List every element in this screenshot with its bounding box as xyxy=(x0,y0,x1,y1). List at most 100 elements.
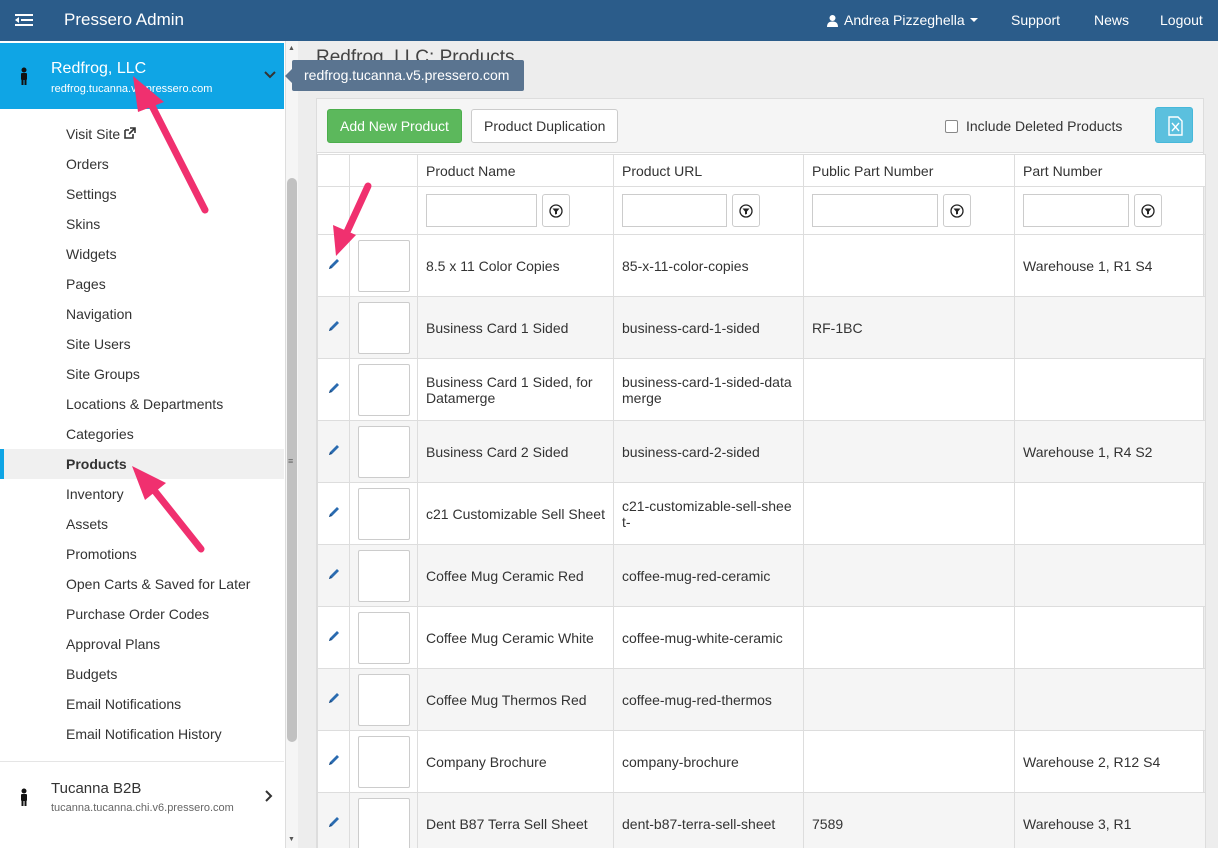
site-nav-list: Visit Site Orders Settings Skins Widgets… xyxy=(0,119,284,749)
sidebar-item-pages[interactable]: Pages xyxy=(0,269,284,299)
sidebar-item-promotions[interactable]: Promotions xyxy=(0,539,284,569)
table-row: Dent B87 Terra Sell Sheet dent-b87-terra-… xyxy=(317,792,1206,848)
edit-pencil-icon[interactable] xyxy=(327,319,341,333)
table-row: c21 Customizable Sell Sheet c21-customiza… xyxy=(317,482,1206,545)
news-link[interactable]: News xyxy=(1094,12,1129,28)
site-url-tooltip: redfrog.tucanna.v5.pressero.com xyxy=(285,60,524,91)
filter-row xyxy=(317,186,1206,235)
sidebar-item-settings[interactable]: Settings xyxy=(0,179,284,209)
filter-button[interactable] xyxy=(542,194,570,227)
public-part-filter-input[interactable] xyxy=(812,194,938,227)
table-row: Coffee Mug Ceramic White coffee-mug-white… xyxy=(317,606,1206,669)
include-deleted-checkbox[interactable] xyxy=(945,119,958,133)
scroll-up-icon[interactable]: ▲ xyxy=(288,45,295,52)
sidebar-item-po-codes[interactable]: Purchase Order Codes xyxy=(0,599,284,629)
edit-pencil-icon[interactable] xyxy=(327,381,341,395)
product-thumbnail[interactable] xyxy=(358,487,410,540)
product-duplication-button[interactable]: Product Duplication xyxy=(471,109,619,143)
caret-down-icon xyxy=(969,18,978,22)
other-site-name: Tucanna B2B xyxy=(51,780,142,797)
sidebar-item-products[interactable]: Products xyxy=(0,449,284,479)
public-part-number-cell xyxy=(803,668,1015,731)
product-thumbnail[interactable] xyxy=(358,549,410,602)
app-title[interactable]: Pressero Admin xyxy=(64,10,184,30)
filter-button[interactable] xyxy=(943,194,971,227)
product-thumbnail[interactable] xyxy=(358,797,410,848)
public-part-number-cell xyxy=(803,544,1015,607)
current-site-name: Redfrog, LLC xyxy=(51,60,147,77)
product-thumbnail[interactable] xyxy=(358,239,410,292)
sidebar-item-visit-site[interactable]: Visit Site xyxy=(0,119,284,149)
product-thumbnail[interactable] xyxy=(358,301,410,354)
chevron-right-icon[interactable] xyxy=(265,790,273,802)
sidebar-item-approval-plans[interactable]: Approval Plans xyxy=(0,629,284,659)
sidebar-item-inventory[interactable]: Inventory xyxy=(0,479,284,509)
col-public-part-number[interactable]: Public Part Number xyxy=(803,154,1015,187)
table-row: Business Card 2 Sided business-card-2-sid… xyxy=(317,420,1206,483)
include-deleted-toggle[interactable]: Include Deleted Products xyxy=(945,118,1122,134)
product-thumbnail[interactable] xyxy=(358,673,410,726)
sidebar-item-orders[interactable]: Orders xyxy=(0,149,284,179)
product-thumbnail[interactable] xyxy=(358,611,410,664)
sidebar-scrollbar[interactable]: ▲ ≡ ▼ xyxy=(286,41,298,848)
public-part-number-cell xyxy=(803,606,1015,669)
current-site-url: redfrog.tucanna.v5.pressero.com xyxy=(51,83,213,95)
edit-pencil-icon[interactable] xyxy=(327,443,341,457)
sidebar-item-skins[interactable]: Skins xyxy=(0,209,284,239)
product-name-cell: Coffee Mug Thermos Red xyxy=(417,668,614,731)
sidebar-item-site-groups[interactable]: Site Groups xyxy=(0,359,284,389)
table-body: 8.5 x 11 Color Copies 85-x-11-color-copie… xyxy=(317,234,1206,848)
sidebar-item-site-users[interactable]: Site Users xyxy=(0,329,284,359)
sidebar-item-budgets[interactable]: Budgets xyxy=(0,659,284,689)
edit-pencil-icon[interactable] xyxy=(327,629,341,643)
other-site-item[interactable]: Tucanna B2B tucanna.tucanna.chi.v6.press… xyxy=(0,761,284,827)
sidebar-item-email-history[interactable]: Email Notification History xyxy=(0,719,284,749)
product-thumbnail[interactable] xyxy=(358,735,410,788)
user-menu[interactable]: Andrea Pizzeghella xyxy=(826,12,978,28)
product-url-cell: 85-x-11-color-copies xyxy=(613,234,804,297)
sidebar-item-open-carts[interactable]: Open Carts & Saved for Later xyxy=(0,569,284,599)
chevron-down-icon[interactable] xyxy=(264,71,276,79)
scroll-down-icon[interactable]: ▼ xyxy=(288,836,295,843)
edit-pencil-icon[interactable] xyxy=(327,567,341,581)
part-number-cell xyxy=(1014,544,1206,607)
sidebar-item-navigation[interactable]: Navigation xyxy=(0,299,284,329)
support-link[interactable]: Support xyxy=(1011,12,1060,28)
export-excel-button[interactable] xyxy=(1155,107,1193,143)
sidebar-item-assets[interactable]: Assets xyxy=(0,509,284,539)
product-url-cell: company-brochure xyxy=(613,730,804,793)
filter-icon xyxy=(739,203,753,218)
edit-pencil-icon[interactable] xyxy=(327,691,341,705)
table-header-row: Product Name Product URL Public Part Num… xyxy=(317,154,1206,187)
logout-link[interactable]: Logout xyxy=(1160,12,1203,28)
add-new-product-button[interactable]: Add New Product xyxy=(327,109,462,143)
product-thumbnail[interactable] xyxy=(358,425,410,478)
edit-pencil-icon[interactable] xyxy=(327,753,341,767)
product-thumbnail[interactable] xyxy=(358,363,410,416)
filter-button[interactable] xyxy=(1134,194,1162,227)
edit-pencil-icon[interactable] xyxy=(327,257,341,271)
current-site-header[interactable]: Redfrog, LLC redfrog.tucanna.v5.pressero… xyxy=(0,43,284,109)
sidebar-item-widgets[interactable]: Widgets xyxy=(0,239,284,269)
part-number-filter-input[interactable] xyxy=(1023,194,1129,227)
col-product-url[interactable]: Product URL xyxy=(613,154,804,187)
filter-button[interactable] xyxy=(732,194,760,227)
edit-pencil-icon[interactable] xyxy=(327,815,341,829)
col-thumbnail xyxy=(349,154,418,187)
sidebar-item-locations[interactable]: Locations & Departments xyxy=(0,389,284,419)
product-url-filter-input[interactable] xyxy=(622,194,727,227)
sidebar-item-categories[interactable]: Categories xyxy=(0,419,284,449)
product-name-cell: Business Card 2 Sided xyxy=(417,420,614,483)
edit-pencil-icon[interactable] xyxy=(327,505,341,519)
resize-grip-icon[interactable]: ≡ xyxy=(288,456,293,466)
col-product-name[interactable]: Product Name xyxy=(417,154,614,187)
table-row: Company Brochure company-brochure Warehous… xyxy=(317,730,1206,793)
public-part-number-cell xyxy=(803,482,1015,545)
product-name-filter-input[interactable] xyxy=(426,194,537,227)
product-name-cell: Coffee Mug Ceramic White xyxy=(417,606,614,669)
col-part-number[interactable]: Part Number xyxy=(1014,154,1206,187)
public-part-number-cell xyxy=(803,730,1015,793)
product-url-cell: c21-customizable-sell-sheet- xyxy=(613,482,804,545)
menu-toggle-icon[interactable] xyxy=(12,10,36,30)
sidebar-item-email-notifications[interactable]: Email Notifications xyxy=(0,689,284,719)
